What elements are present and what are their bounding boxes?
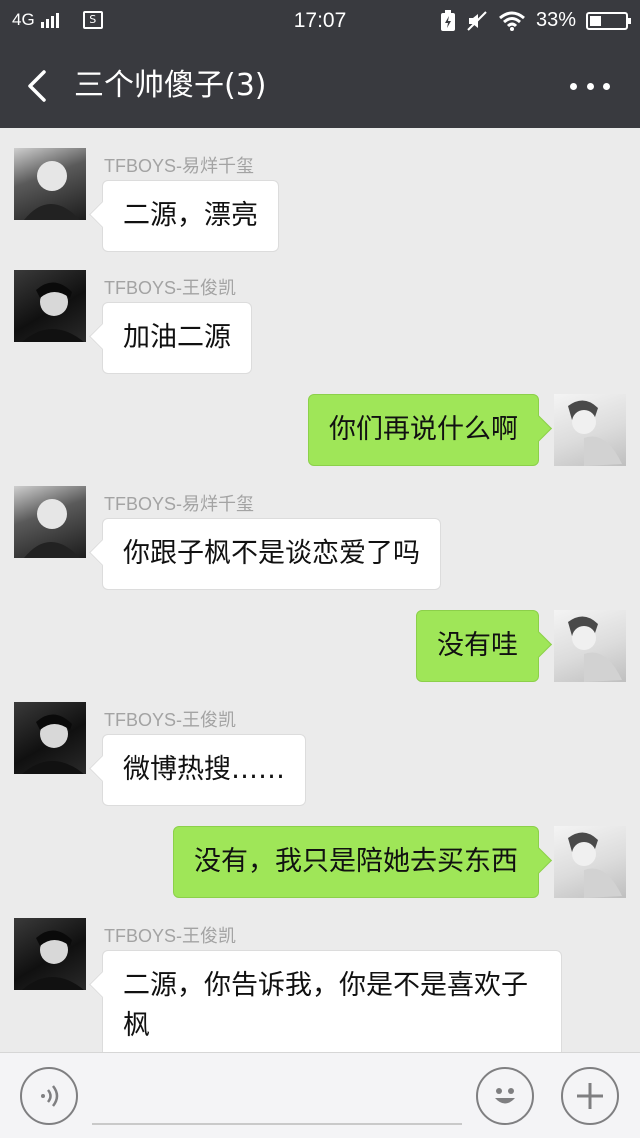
sender-name: TFBOYS-王俊凯 (104, 278, 237, 298)
message-bubble[interactable]: 你们再说什么啊 (308, 394, 539, 466)
sender-name: TFBOYS-易烊千玺 (104, 494, 255, 514)
status-bar: 4G S 17:07 33% (0, 0, 640, 44)
message-bubble[interactable]: 你跟子枫不是谈恋爱了吗 (102, 518, 441, 590)
sender-name: TFBOYS-王俊凯 (104, 926, 237, 946)
message-bubble[interactable]: 二源，你告诉我，你是不是喜欢子枫 (102, 950, 562, 1052)
avatar[interactable] (554, 394, 626, 466)
avatar[interactable] (14, 270, 86, 342)
more-functions-button[interactable] (561, 1067, 619, 1125)
avatar[interactable] (14, 702, 86, 774)
more-dots-icon (570, 82, 577, 90)
avatar[interactable] (14, 148, 86, 220)
back-button[interactable] (18, 64, 58, 108)
wifi-icon (499, 11, 525, 31)
voice-button[interactable] (20, 1067, 78, 1125)
avatar[interactable] (554, 826, 626, 898)
sender-name: TFBOYS-易烊千玺 (104, 156, 255, 176)
battery-percent: 33% (535, 9, 576, 31)
battery-icon (586, 11, 631, 30)
message-bubble[interactable]: 没有，我只是陪她去买东西 (173, 826, 539, 898)
message-input[interactable] (92, 1073, 462, 1125)
chat-title: 三个帅傻子(3) (74, 68, 267, 103)
message-bubble[interactable]: 微博热搜…… (102, 734, 306, 806)
message-list[interactable]: TFBOYS-易烊千玺 二源，漂亮 TFBOYS-王俊凯 加油二源 你们再说什么… (0, 128, 640, 1052)
message-bubble[interactable]: 二源，漂亮 (102, 180, 279, 252)
avatar[interactable] (14, 918, 86, 990)
message-bubble[interactable]: 加油二源 (102, 302, 252, 374)
plus-icon (577, 1083, 603, 1109)
avatar[interactable] (554, 610, 626, 682)
battery-saver-icon (440, 9, 455, 31)
avatar[interactable] (14, 486, 86, 558)
chevron-left-icon (28, 70, 46, 102)
message-bubble[interactable]: 没有哇 (416, 610, 539, 682)
emoji-icon (495, 1088, 515, 1104)
voice-icon (41, 1085, 59, 1107)
mute-icon (467, 10, 487, 31)
input-bar (0, 1052, 640, 1138)
chat-header: 三个帅傻子(3) (0, 44, 640, 128)
emoji-button[interactable] (476, 1067, 534, 1125)
more-button[interactable] (570, 70, 610, 102)
sender-name: TFBOYS-王俊凯 (104, 710, 237, 730)
